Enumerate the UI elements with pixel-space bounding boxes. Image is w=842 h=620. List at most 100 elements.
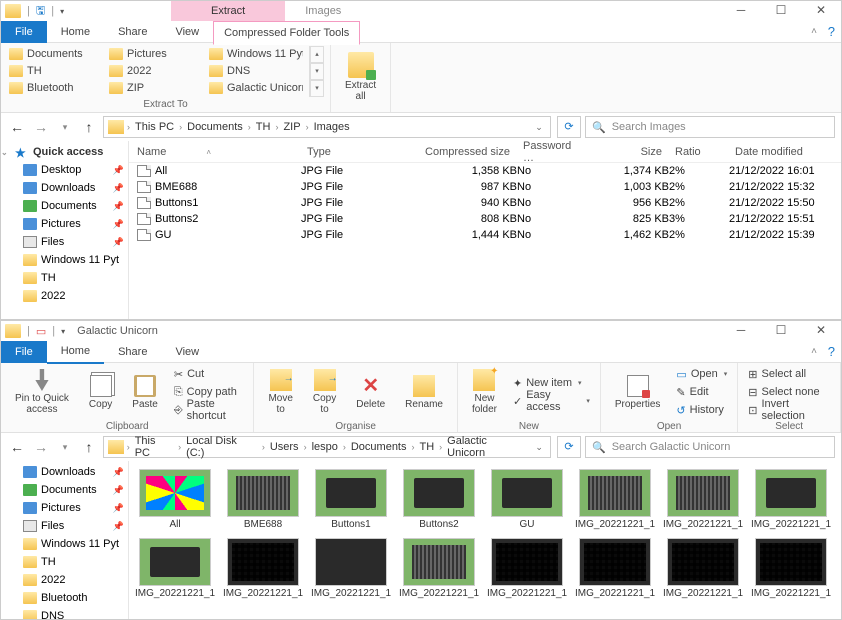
extract-dest[interactable]: Windows 11 Python xyxy=(207,46,303,63)
nav-item[interactable]: ⌄★Quick access xyxy=(1,143,128,161)
nav-up[interactable]: ↑ xyxy=(79,437,99,457)
address-dropdown[interactable]: ⌄ xyxy=(530,122,548,133)
thumbnail-item[interactable]: IMG_20221221_14 xyxy=(665,538,741,599)
nav-item[interactable]: Downloads📌 xyxy=(1,179,128,197)
crumb[interactable]: This PC xyxy=(131,435,177,459)
ribbon-collapse[interactable]: ˄ xyxy=(811,346,817,357)
thumbnail-item[interactable]: All xyxy=(137,469,213,530)
col-ratio[interactable]: Ratio xyxy=(669,146,729,158)
table-row[interactable]: All JPG File1,358 KBNo 1,374 KB2%21/12/2… xyxy=(129,163,841,179)
nav-recent[interactable]: ▾ xyxy=(55,117,75,137)
extract-dest[interactable]: Galactic Unicorn xyxy=(207,80,303,97)
minimize-button[interactable]: ─ xyxy=(721,1,761,21)
thumbnail-item[interactable]: IMG_20221221_14 xyxy=(225,538,301,599)
edit-button[interactable]: ✎Edit xyxy=(672,383,731,401)
tab-home[interactable]: Home xyxy=(47,21,104,43)
move-to-button[interactable]: Move to xyxy=(260,365,300,419)
crumb[interactable]: Local Disk (C:) xyxy=(182,435,261,459)
extract-dest[interactable]: Bluetooth xyxy=(7,80,103,97)
thumbnail-item[interactable]: IMG_20221221_140802 xyxy=(665,469,741,530)
help-icon[interactable]: ? xyxy=(828,344,835,359)
qat-props-icon[interactable]: ▭ xyxy=(36,325,46,338)
crumb[interactable]: Documents xyxy=(183,121,247,133)
nav-item[interactable]: DNS xyxy=(1,607,128,619)
gallery-down[interactable]: ▾ xyxy=(310,63,324,80)
titlebar[interactable]: | ▭ | ▾ Galactic Unicorn ─ ☐ ✕ xyxy=(1,321,841,341)
nav-forward[interactable]: → xyxy=(31,117,51,137)
address-bar[interactable]: › This PC› Local Disk (C:)› Users› lespo… xyxy=(103,436,551,458)
nav-item[interactable]: Desktop📌 xyxy=(1,161,128,179)
gallery-more[interactable]: ▾ xyxy=(310,80,324,97)
nav-pane[interactable]: Downloads📌Documents📌Pictures📌Files📌Windo… xyxy=(1,461,129,619)
nav-item[interactable]: 2022 xyxy=(1,287,128,305)
pin-to-quick-access[interactable]: Pin to Quick access xyxy=(7,365,77,419)
crumb[interactable]: Documents xyxy=(347,441,411,453)
tab-file[interactable]: File xyxy=(1,341,47,363)
ribbon-collapse[interactable]: ˄ xyxy=(811,26,817,37)
history-button[interactable]: ↺History xyxy=(672,401,731,419)
search-box[interactable]: 🔍 Search Images xyxy=(585,116,835,138)
nav-item[interactable]: Files📌 xyxy=(1,517,128,535)
qat-customize[interactable]: ▾ xyxy=(60,7,64,16)
delete-button[interactable]: ✕Delete xyxy=(348,371,393,414)
nav-item[interactable]: Documents📌 xyxy=(1,481,128,499)
nav-item[interactable]: Downloads📌 xyxy=(1,463,128,481)
col-date[interactable]: Date modified xyxy=(729,146,839,158)
titlebar[interactable]: | 🖫 | ▾ Extract Images ─ ☐ ✕ xyxy=(1,1,841,21)
easy-access-button[interactable]: ✓Easy access▾ xyxy=(509,392,594,410)
col-name[interactable]: Name˄ xyxy=(129,146,301,158)
nav-item[interactable]: Windows 11 Pyt xyxy=(1,535,128,553)
refresh-button[interactable]: ⟳ xyxy=(557,436,581,458)
crumb[interactable]: TH xyxy=(416,441,439,453)
maximize-button[interactable]: ☐ xyxy=(761,321,801,341)
nav-item[interactable]: Pictures📌 xyxy=(1,499,128,517)
paste-button[interactable]: Paste xyxy=(124,371,166,414)
paste-shortcut-button[interactable]: ⎆Paste shortcut xyxy=(170,401,248,419)
extract-dest[interactable]: Pictures xyxy=(107,46,203,63)
nav-recent[interactable]: ▾ xyxy=(55,437,75,457)
extract-dest[interactable]: TH xyxy=(7,63,103,80)
col-size[interactable]: Size xyxy=(575,146,669,158)
extract-dest[interactable]: Documents xyxy=(7,46,103,63)
thumbnail-item[interactable]: IMG_20221221_14 xyxy=(577,538,653,599)
crumb[interactable]: ZIP xyxy=(279,121,304,133)
address-bar[interactable]: › This PC› Documents› TH› ZIP› Images ⌄ xyxy=(103,116,551,138)
properties-button[interactable]: Properties xyxy=(607,371,669,414)
nav-up[interactable]: ↑ xyxy=(79,117,99,137)
crumb[interactable]: Galactic Unicorn xyxy=(443,435,530,459)
tab-share[interactable]: Share xyxy=(104,341,161,363)
table-row[interactable]: Buttons2 JPG File808 KBNo 825 KB3%21/12/… xyxy=(129,211,841,227)
col-password[interactable]: Password … xyxy=(517,141,575,164)
thumbnail-item[interactable]: Buttons2 xyxy=(401,469,477,530)
thumbnail-item[interactable]: IMG_20221221_140830 xyxy=(753,469,829,530)
nav-item[interactable]: Documents📌 xyxy=(1,197,128,215)
column-headers[interactable]: Name˄ Type Compressed size Password … Si… xyxy=(129,141,841,163)
nav-item[interactable]: Windows 11 Pyt xyxy=(1,251,128,269)
file-grid[interactable]: AllBME688Buttons1Buttons2GUIMG_20221221_… xyxy=(129,461,841,619)
tab-compressed-tools[interactable]: Compressed Folder Tools xyxy=(213,21,360,45)
nav-item[interactable]: 2022 xyxy=(1,571,128,589)
thumbnail-item[interactable]: IMG_20221221_14 xyxy=(313,538,389,599)
qat-customize[interactable]: ▾ xyxy=(61,327,65,336)
nav-item[interactable]: Bluetooth xyxy=(1,589,128,607)
qat-save-icon[interactable]: 🖫 xyxy=(36,2,45,21)
nav-item[interactable]: Files📌 xyxy=(1,233,128,251)
cut-button[interactable]: ✂Cut xyxy=(170,365,248,383)
table-row[interactable]: Buttons1 JPG File940 KBNo 956 KB2%21/12/… xyxy=(129,195,841,211)
tab-view[interactable]: View xyxy=(161,21,213,43)
nav-back[interactable]: ← xyxy=(7,437,27,457)
invert-selection-button[interactable]: ⊡Invert selection xyxy=(744,401,834,419)
copy-button[interactable]: Copy xyxy=(81,371,120,414)
tab-file[interactable]: File xyxy=(1,21,47,43)
tab-view[interactable]: View xyxy=(161,341,213,363)
open-button[interactable]: ▭Open▾ xyxy=(672,365,731,383)
new-folder-button[interactable]: New folder xyxy=(464,365,505,419)
thumbnail-item[interactable]: IMG_20221221_14 xyxy=(753,538,829,599)
table-row[interactable]: BME688 JPG File987 KBNo 1,003 KB2%21/12/… xyxy=(129,179,841,195)
minimize-button[interactable]: ─ xyxy=(721,321,761,341)
tab-share[interactable]: Share xyxy=(104,21,161,43)
select-all-button[interactable]: ⊞Select all xyxy=(744,365,834,383)
table-row[interactable]: GU JPG File1,444 KBNo 1,462 KB2%21/12/20… xyxy=(129,227,841,243)
maximize-button[interactable]: ☐ xyxy=(761,1,801,21)
gallery-up[interactable]: ▴ xyxy=(310,46,324,63)
